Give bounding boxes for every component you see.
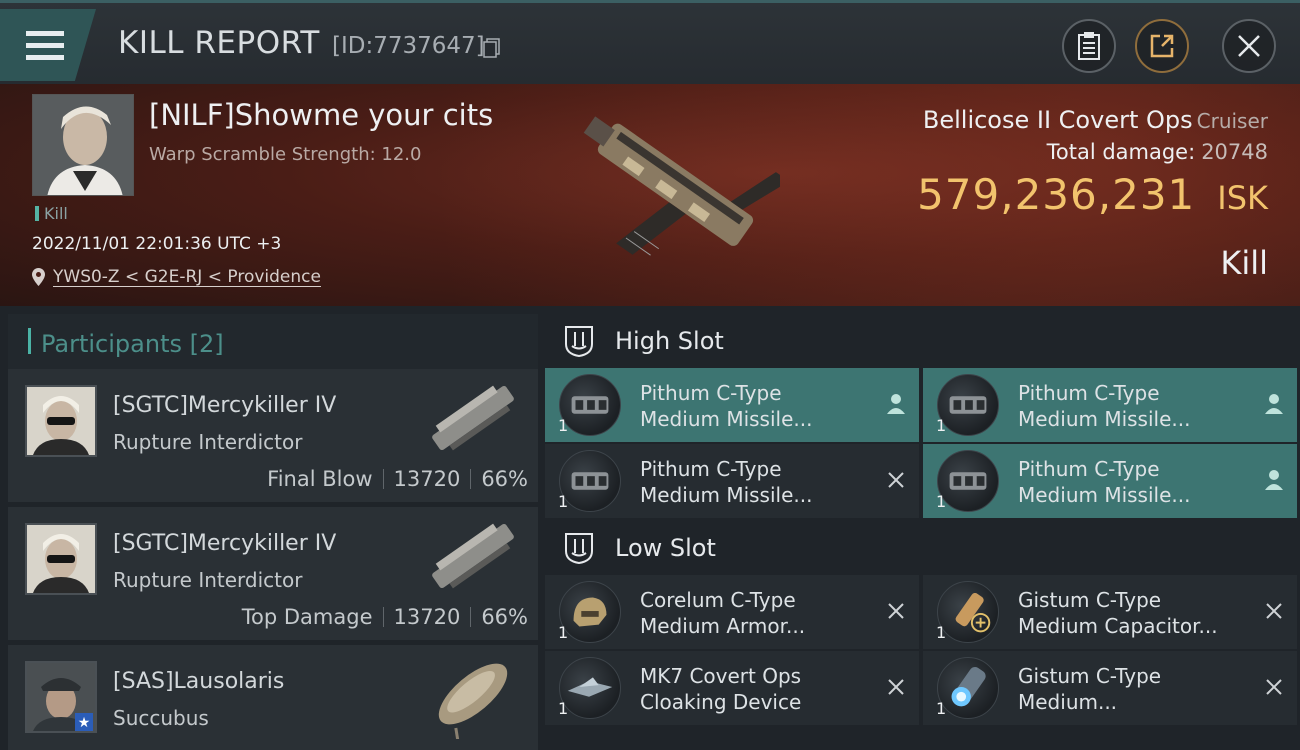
warp-scramble-strength: Warp Scramble Strength: 12.0: [149, 144, 422, 165]
kill-datetime: 2022/11/01 22:01:36 UTC +3: [32, 234, 282, 254]
victim-name[interactable]: [NILF]Showme your cits: [149, 98, 493, 132]
fitting-panel: High Slot 1 Pithum C-Type Medium Missile…: [545, 306, 1300, 750]
participant-card[interactable]: [SGTC]Mercykiller IV Rupture Interdictor…: [8, 369, 538, 502]
low-slot-icon: [565, 533, 593, 565]
location-pin-icon: [32, 268, 45, 286]
total-damage: Total damage: 20748: [1046, 140, 1268, 164]
destroyed-icon: [888, 679, 904, 695]
participant-ship-image: [432, 385, 514, 451]
module-item[interactable]: 1 MK7 Covert Ops Cloaking Device: [545, 651, 919, 725]
power-module-icon: [937, 657, 999, 719]
report-result: Kill: [1220, 244, 1268, 282]
participant-ship-image: [438, 663, 508, 739]
module-item[interactable]: 1 Pithum C-Type Medium Missile...: [545, 368, 919, 442]
kill-badge: Kill: [35, 204, 68, 223]
cloaking-device-icon: [559, 657, 621, 719]
participants-header: Participants [2]: [8, 314, 538, 369]
report-id: [ID:7737647]: [332, 33, 485, 59]
participant-stats: Top Damage 13720 66%: [241, 605, 528, 629]
pilot-icon: [1265, 394, 1283, 414]
module-item[interactable]: 1 Gistum C-Type Medium...: [923, 651, 1297, 725]
participant-ship-image: [432, 523, 514, 589]
clipboard-icon: [1078, 32, 1100, 60]
participant-card[interactable]: ★ [SAS]Lausolaris Succubus: [8, 645, 538, 750]
isk-value: 579,236,231 ISK: [917, 170, 1268, 219]
participant-stats: Final Blow 13720 66%: [267, 467, 528, 491]
participant-ship: Rupture Interdictor: [113, 430, 303, 454]
missile-launcher-icon: [937, 450, 999, 512]
pilot-icon: [1265, 470, 1283, 490]
capacitor-battery-icon: [937, 581, 999, 643]
high-slot-header: High Slot: [545, 310, 1300, 372]
copy-icon[interactable]: [483, 38, 500, 58]
victim-ship-name[interactable]: Bellicose II Covert Ops Cruiser: [923, 106, 1268, 134]
missile-launcher-icon: [559, 450, 621, 512]
destroyed-icon: [888, 603, 904, 619]
pilot-icon: [887, 394, 905, 414]
missile-launcher-icon: [559, 374, 621, 436]
module-item[interactable]: 1 Pithum C-Type Medium Missile...: [923, 444, 1297, 518]
kill-summary: [NILF]Showme your cits Warp Scramble Str…: [0, 84, 1300, 306]
destroyed-icon: [1266, 679, 1282, 695]
participant-avatar: [25, 523, 97, 595]
participant-ship: Succubus: [113, 706, 209, 730]
module-item[interactable]: 1 Corelum C-Type Medium Armor...: [545, 575, 919, 649]
participant-name: [SGTC]Mercykiller IV: [113, 531, 337, 556]
participant-avatar: ★: [25, 661, 97, 733]
title-bar: KILL REPORT [ID:7737647]: [0, 0, 1300, 84]
menu-button[interactable]: [0, 9, 96, 81]
participant-card[interactable]: [SGTC]Mercykiller IV Rupture Interdictor…: [8, 507, 538, 640]
clipboard-button[interactable]: [1062, 19, 1116, 73]
low-slot-header: Low Slot: [545, 517, 1300, 579]
svg-text:★: ★: [78, 715, 91, 731]
participant-name: [SGTC]Mercykiller IV: [113, 393, 337, 418]
victim-ship-image: [583, 116, 780, 256]
hamburger-icon: [26, 31, 64, 61]
close-icon: [1238, 35, 1260, 57]
victim-avatar[interactable]: [32, 94, 134, 196]
kill-location[interactable]: YWS0-Z < G2E-RJ < Providence: [32, 267, 321, 287]
participant-name: [SAS]Lausolaris: [113, 669, 285, 694]
participant-ship: Rupture Interdictor: [113, 568, 303, 592]
destroyed-icon: [888, 472, 904, 488]
armor-plate-icon: [559, 581, 621, 643]
participants-panel: Participants [2] [SGTC]Mercykiller IV Ru…: [0, 306, 545, 750]
share-icon: [1150, 34, 1174, 58]
page-title: KILL REPORT: [118, 25, 320, 61]
module-item[interactable]: 1 Pithum C-Type Medium Missile...: [545, 444, 919, 518]
module-item[interactable]: 1 Pithum C-Type Medium Missile...: [923, 368, 1297, 442]
module-item[interactable]: 1 Gistum C-Type Medium Capacitor...: [923, 575, 1297, 649]
close-button[interactable]: [1222, 19, 1276, 73]
high-slot-icon: [565, 326, 593, 358]
participant-avatar: [25, 385, 97, 457]
share-button[interactable]: [1135, 19, 1189, 73]
destroyed-icon: [1266, 603, 1282, 619]
missile-launcher-icon: [937, 374, 999, 436]
